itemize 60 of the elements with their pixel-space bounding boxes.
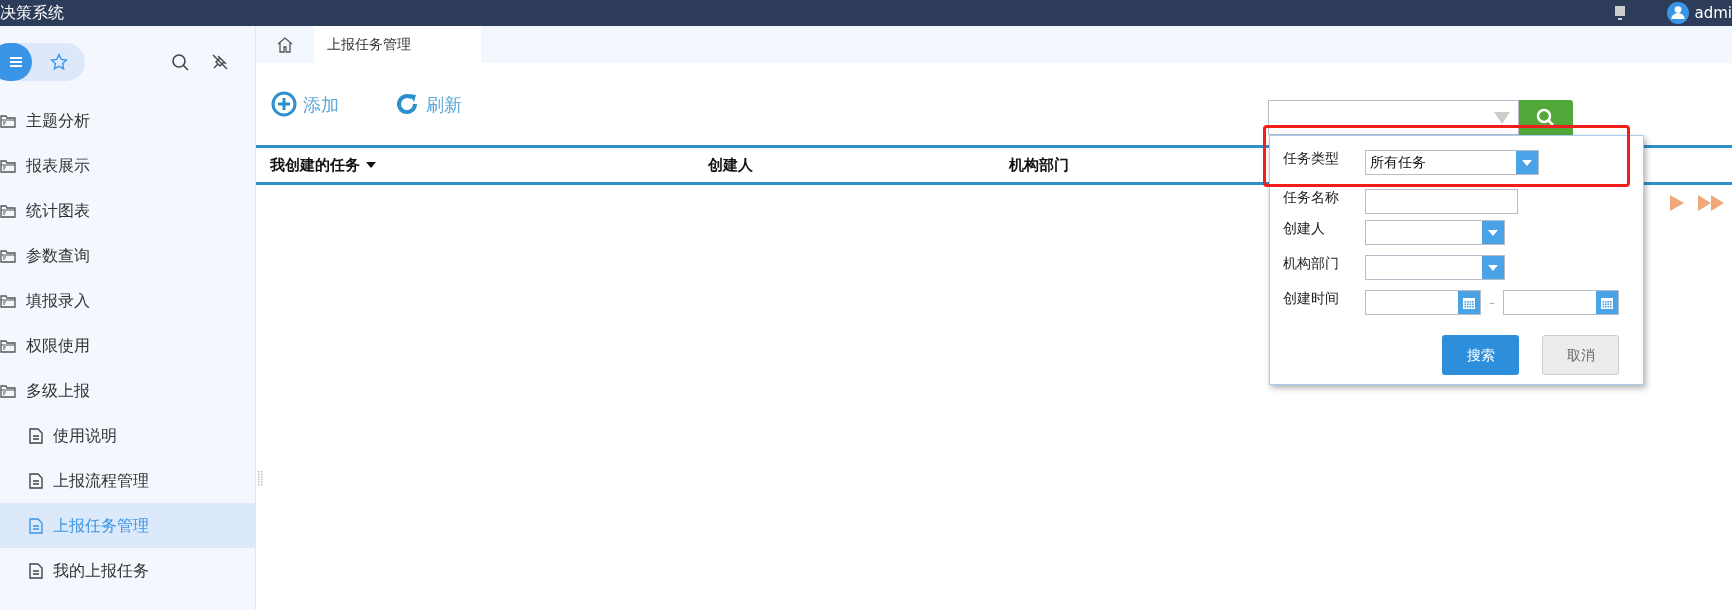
cancel-button[interactable]: 取消 xyxy=(1542,335,1619,375)
sidebar-item[interactable]: 报表展示 xyxy=(0,143,255,188)
user-name[interactable]: admi xyxy=(1694,5,1732,21)
sidebar-item[interactable]: 主题分析 xyxy=(0,98,255,143)
sidebar-item[interactable]: 参数查询 xyxy=(0,233,255,278)
select-field[interactable] xyxy=(1365,255,1505,280)
search-combo-field[interactable] xyxy=(1268,100,1519,135)
date-field[interactable] xyxy=(1503,290,1619,315)
document-icon xyxy=(29,517,43,534)
column-header[interactable]: 创建人 xyxy=(708,153,1009,177)
folder-icon xyxy=(0,383,16,398)
sidebar-item[interactable]: 使用说明 xyxy=(0,413,255,458)
search-icon[interactable] xyxy=(171,53,189,71)
folder-icon xyxy=(0,113,16,128)
app-title: 决策系统 xyxy=(0,5,64,21)
sidebar-item[interactable]: 权限使用 xyxy=(0,323,255,368)
resize-handle-icon[interactable] xyxy=(258,471,264,487)
search-button[interactable] xyxy=(1519,100,1573,135)
field-label: 创建时间 xyxy=(1283,289,1340,308)
field-label: 任务名称 xyxy=(1283,188,1340,207)
user-avatar-icon[interactable] xyxy=(1666,2,1689,24)
folder-icon xyxy=(0,293,16,308)
field-label: 任务类型 xyxy=(1283,149,1340,168)
column-header[interactable]: 机构部门 xyxy=(1009,153,1209,177)
calendar-icon[interactable] xyxy=(1458,291,1480,314)
sidebar-item[interactable]: 填报录入 xyxy=(0,278,255,323)
bell-icon[interactable] xyxy=(1612,6,1627,20)
document-icon xyxy=(29,427,43,444)
star-icon xyxy=(49,53,68,71)
text-field[interactable] xyxy=(1365,189,1518,214)
last-page-icon[interactable] xyxy=(1698,195,1724,211)
search-icon xyxy=(1536,107,1556,128)
field-label: 创建人 xyxy=(1283,219,1326,238)
menu-view-toggle[interactable] xyxy=(0,43,32,81)
sidebar-item[interactable]: 统计图表 xyxy=(0,188,255,233)
next-page-icon[interactable] xyxy=(1670,195,1684,211)
sidebar-item[interactable]: 我的上报任务 xyxy=(0,548,255,593)
date-field[interactable] xyxy=(1365,290,1481,315)
refresh-icon xyxy=(394,91,420,117)
sidebar-item[interactable]: 多级上报 xyxy=(0,368,255,413)
select-field[interactable]: 所有任务 xyxy=(1365,150,1539,175)
select-field[interactable] xyxy=(1365,220,1505,245)
menu-icon xyxy=(10,56,22,68)
calendar-icon[interactable] xyxy=(1596,291,1618,314)
folder-icon xyxy=(0,203,16,218)
plus-circle-icon xyxy=(271,91,297,117)
sidebar-item[interactable]: 上报流程管理 xyxy=(0,458,255,503)
field-label: 机构部门 xyxy=(1283,254,1340,273)
folder-icon xyxy=(0,158,16,173)
home-icon[interactable] xyxy=(276,35,294,54)
pin-icon[interactable] xyxy=(211,53,229,71)
dropdown-arrow-icon[interactable] xyxy=(1494,111,1510,124)
caret-icon xyxy=(366,162,376,168)
folder-icon xyxy=(0,248,16,263)
folder-icon xyxy=(0,338,16,353)
range-separator: – xyxy=(1489,294,1495,312)
document-icon xyxy=(29,562,43,579)
column-header[interactable]: 我创建的任务 xyxy=(256,153,708,177)
tab[interactable]: 上报任务管理 xyxy=(314,26,481,63)
document-icon xyxy=(29,472,43,489)
